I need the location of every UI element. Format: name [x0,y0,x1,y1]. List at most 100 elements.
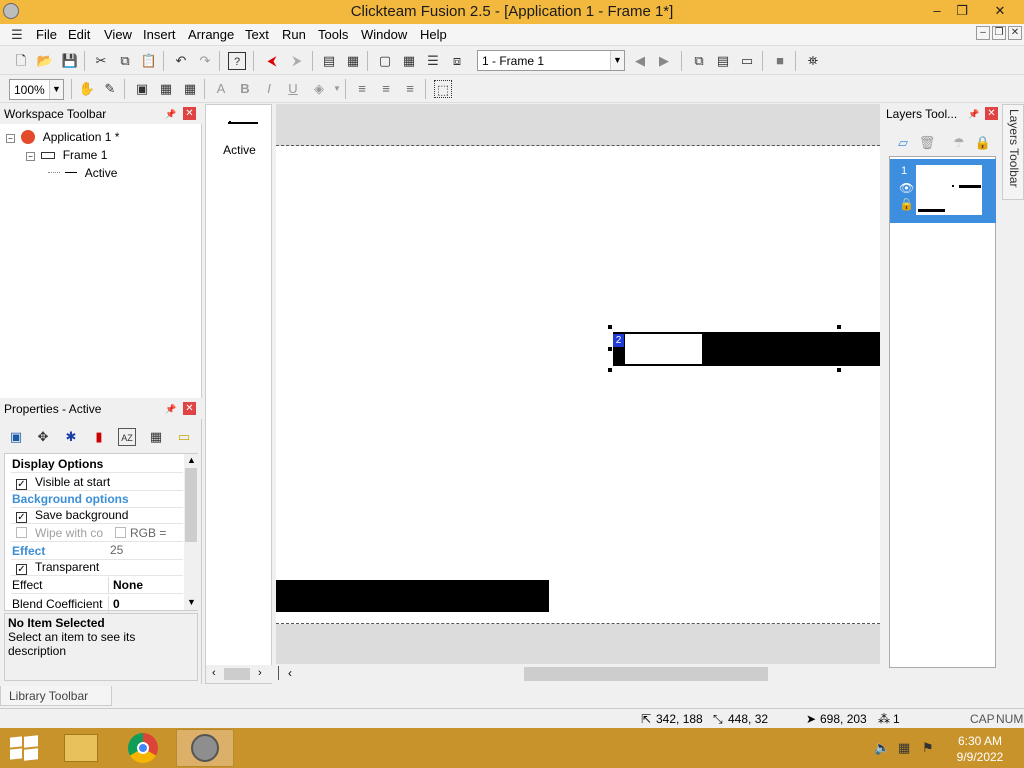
event-editor-icon[interactable]: ▦ [400,52,418,70]
redo-icon[interactable]: ↷ [196,52,214,70]
runtime-options-tab-icon[interactable]: ▮ [90,428,108,446]
align-right-icon[interactable]: ≡ [401,80,419,98]
zoom-select[interactable]: 100% ▼ [9,79,64,100]
pin-icon[interactable]: 📌 [968,108,980,120]
chrome-icon[interactable] [128,733,158,763]
active-object-thumbnail[interactable] [228,122,258,124]
delete-layer-icon[interactable]: 🗑 [918,134,936,152]
action-center-icon[interactable]: ⚑ [922,740,934,756]
property-scrollbar[interactable]: ▲ ▼ [184,454,198,610]
open-folder-icon[interactable]: 📂 [36,52,54,70]
scroll-left-icon[interactable]: ‹ [212,667,216,679]
close-icon[interactable]: ✕ [183,107,196,120]
app-menu-icon[interactable]: ☰ [8,26,26,44]
mdi-minimize-icon[interactable]: – [976,26,990,40]
selection-icon[interactable]: ⬚ [434,80,452,98]
object-list-label[interactable]: Active [206,143,273,157]
copy-icon[interactable]: ⧉ [116,52,134,70]
align-center-icon[interactable]: ≡ [377,80,395,98]
grid-snap-icon[interactable]: ▣ [133,80,151,98]
layer-item-1[interactable]: 1 👁 🔒 [890,159,996,223]
movement-tab-icon[interactable]: ✱ [62,428,80,446]
pencil-icon[interactable]: ✎ [101,80,119,98]
next-frame-icon[interactable]: ▶ [655,52,673,70]
bold-icon[interactable]: B [236,80,254,98]
object-list-scrollbar[interactable]: ‹ › [206,665,273,683]
previous-frame-icon[interactable]: ◀ [631,52,649,70]
forward-icon[interactable]: ⮞ [288,52,306,70]
event-list-icon[interactable]: ☰ [424,52,442,70]
selection-handle[interactable] [837,325,841,329]
scroll-thumb[interactable] [524,667,768,681]
close-icon[interactable]: ✕ [183,402,196,415]
back-icon[interactable]: ⮜ [263,52,281,70]
transparent-row[interactable]: ✓ Transparent [11,559,183,576]
eye-icon[interactable]: 👁 [899,181,914,195]
run-frame-icon[interactable]: ⧉ [690,52,708,70]
selection-handle[interactable] [837,368,841,372]
stop-icon[interactable]: ■ [771,52,789,70]
clickteam-fusion-taskbar-button[interactable] [176,729,234,767]
save-background-checkbox[interactable]: ✓ [16,512,27,523]
wipe-with-color-checkbox[interactable] [16,527,27,538]
scroll-thumb[interactable] [224,668,250,680]
layers-side-tab[interactable]: Layers Toolbar [1002,104,1024,200]
settings-tab-icon[interactable]: ▣ [7,428,25,446]
effect-row[interactable]: Effect None [11,577,183,594]
frame-view-icon[interactable]: ▢ [376,52,394,70]
pin-icon[interactable]: 📌 [165,108,177,120]
size-position-tab-icon[interactable]: ✥ [34,428,52,446]
collapse-icon[interactable]: − [26,152,35,161]
close-icon[interactable]: ✕ [985,107,998,120]
hand-icon[interactable]: ✋ [78,80,96,98]
clock[interactable]: 6:30 AM 9/9/2022 [952,733,1008,765]
grid-show-icon[interactable]: ▦ [157,80,175,98]
storyboard-editor-icon[interactable]: ▤ [320,52,338,70]
selection-handle[interactable] [608,347,612,351]
menu-help[interactable]: Help [420,27,447,42]
chevron-down-icon[interactable]: ▼ [328,80,346,98]
menu-file[interactable]: File [36,27,57,42]
menu-tools[interactable]: Tools [318,27,348,42]
transparent-checkbox[interactable]: ✓ [16,564,27,575]
data-elements-icon[interactable]: ⧈ [448,52,466,70]
events-tab-icon[interactable]: ▦ [147,428,165,446]
about-tab-icon[interactable]: ▭ [175,428,193,446]
scroll-left-icon[interactable]: ‹ [288,666,292,680]
build-icon[interactable]: ⛯ [804,52,822,70]
layer-visibility-icon[interactable]: ☂ [950,134,968,152]
tree-item-application[interactable]: − Application 1 * [6,130,119,144]
menu-window[interactable]: Window [361,27,407,42]
undo-icon[interactable]: ↶ [172,52,190,70]
align-left-icon[interactable]: ≡ [353,80,371,98]
restore-button[interactable]: ❐ [947,0,977,22]
effect-value[interactable]: None [108,577,143,594]
blend-coefficient-row[interactable]: Blend Coefficient 0 [11,596,183,613]
network-icon[interactable]: ▦ [898,740,910,756]
cut-icon[interactable]: ✂ [92,52,110,70]
wipe-with-color-row[interactable]: Wipe with co RGB = 25 [11,525,183,557]
close-button[interactable]: ✕ [980,0,1020,22]
mdi-restore-icon[interactable]: ❐ [992,26,1006,40]
new-file-icon[interactable]: 🗋 [12,52,30,70]
windows-start-icon[interactable] [10,735,38,761]
library-toolbar-tab[interactable]: Library Toolbar [0,686,112,706]
selection-handle[interactable] [608,368,612,372]
run-project-icon[interactable]: ▭ [738,52,756,70]
menu-arrange[interactable]: Arrange [188,27,234,42]
scroll-up-icon[interactable]: ▲ [187,455,196,465]
save-background-row[interactable]: ✓ Save background [11,507,183,524]
menu-text[interactable]: Text [245,27,269,42]
frame-editor-icon[interactable]: ▦ [344,52,362,70]
speaker-muted-icon[interactable]: 🔈 [874,740,890,756]
pin-icon[interactable]: 📌 [165,403,177,415]
visible-at-start-checkbox[interactable]: ✓ [16,479,27,490]
add-layer-icon[interactable]: ▱ [894,134,912,152]
mdi-close-icon[interactable]: ✕ [1008,26,1022,40]
selection-handle[interactable] [608,325,612,329]
active-object[interactable] [276,580,549,612]
save-icon[interactable]: 💾 [61,52,79,70]
menu-edit[interactable]: Edit [68,27,90,42]
underline-icon[interactable]: U [284,80,302,98]
blend-value[interactable]: 0 [108,596,120,613]
